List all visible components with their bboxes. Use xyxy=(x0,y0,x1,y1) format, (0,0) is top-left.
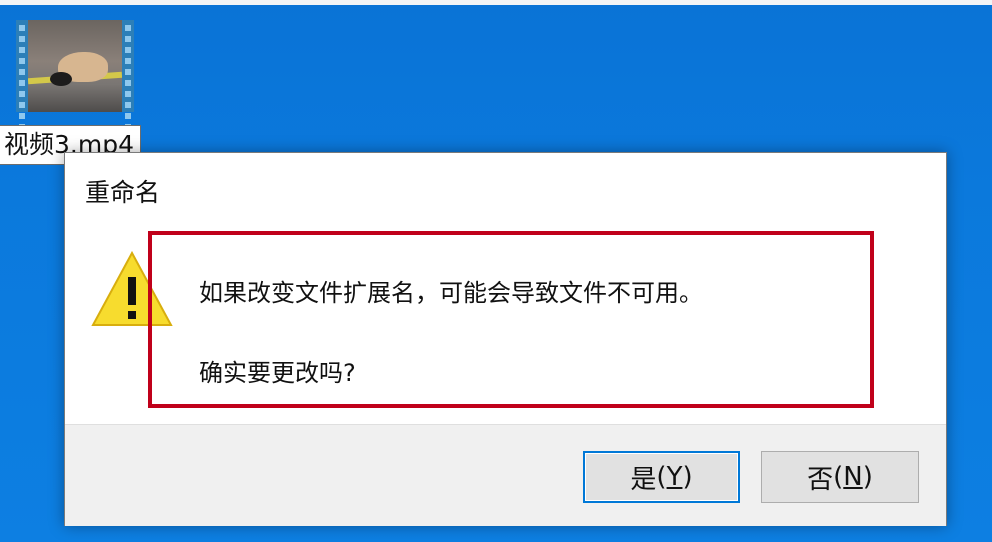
rename-dialog: 重命名 如果改变文件扩展名，可能会导致文件不可用。 确实要更改吗? 是(Y) 否… xyxy=(64,152,947,526)
no-button[interactable]: 否(N) xyxy=(761,451,919,503)
video-thumbnail-image xyxy=(28,20,122,112)
film-strip-right xyxy=(122,20,134,152)
film-strip-left xyxy=(16,20,28,152)
dialog-title: 重命名 xyxy=(85,178,161,207)
yes-button[interactable]: 是(Y) xyxy=(583,451,740,503)
dialog-message: 如果改变文件扩展名，可能会导致文件不可用。 xyxy=(199,279,703,307)
no-hotkey: N xyxy=(843,462,863,492)
dialog-question: 确实要更改吗? xyxy=(199,359,356,387)
dialog-button-bar: 是(Y) 否(N) xyxy=(65,424,946,526)
desktop-file-icon[interactable] xyxy=(16,20,134,152)
no-button-label: 否 xyxy=(807,464,834,495)
video-file-thumbnail-icon xyxy=(16,20,134,152)
yes-hotkey: Y xyxy=(666,462,683,492)
top-strip xyxy=(0,0,992,5)
yes-button-label: 是 xyxy=(630,464,657,495)
